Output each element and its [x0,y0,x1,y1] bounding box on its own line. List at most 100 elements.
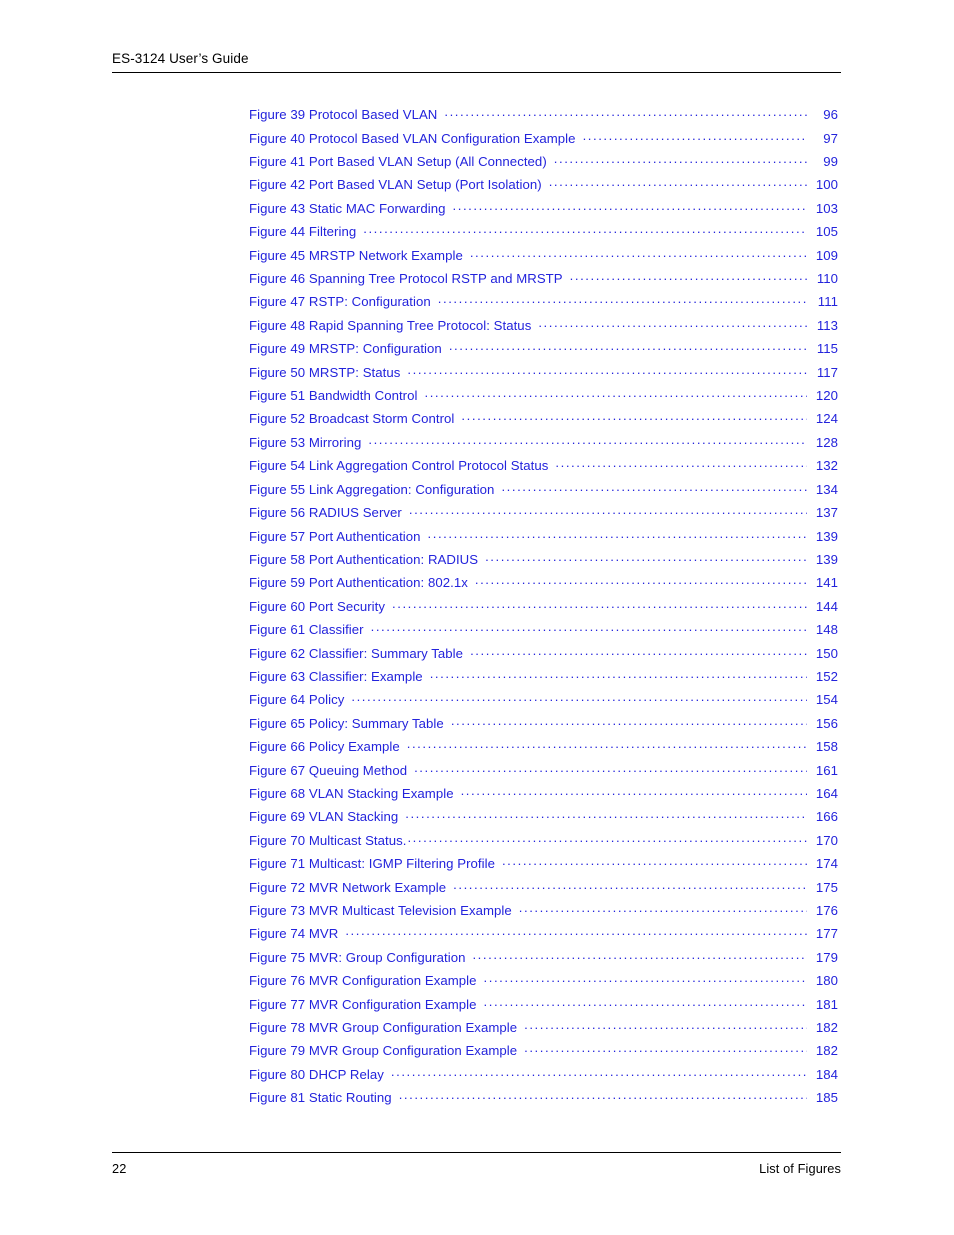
figure-list-entry[interactable]: Figure 69 VLAN Stacking 166 [249,808,838,831]
dot-leader [444,106,807,119]
figure-list-entry[interactable]: Figure 40 Protocol Based VLAN Configurat… [249,129,838,152]
figure-entry-page-number: 181 [815,996,838,1012]
figure-entry-title: Figure 79 MVR Group Configuration Exampl… [249,1043,518,1059]
figure-list-entry[interactable]: Figure 77 MVR Configuration Example 181 [249,995,838,1018]
dot-leader [484,972,807,985]
figure-entry-title: Figure 44 Filtering [249,224,357,240]
dot-leader [363,223,807,236]
dot-leader [461,785,807,798]
figure-list-entry[interactable]: Figure 71 Multicast: IGMP Filtering Prof… [249,855,838,878]
figure-list-entry[interactable]: Figure 45 MRSTP Network Example 109 [249,246,838,269]
figure-list-entry[interactable]: Figure 44 Filtering 105 [249,223,838,246]
figure-entry-title: Figure 81 Static Routing [249,1090,392,1106]
dot-leader [519,902,807,915]
figure-entry-title: Figure 64 Policy [249,692,345,708]
figure-list-entry[interactable]: Figure 43 Static MAC Forwarding 103 [249,200,838,223]
dot-leader [549,176,807,189]
figure-entry-title: Figure 56 RADIUS Server [249,505,402,521]
figure-list-entry[interactable]: Figure 49 MRSTP: Configuration 115 [249,340,838,363]
figure-list-entry[interactable]: Figure 42 Port Based VLAN Setup (Port Is… [249,176,838,199]
figure-entry-title: Figure 68 VLAN Stacking Example [249,785,454,801]
figure-entry-page-number: 176 [815,903,838,918]
dot-leader [524,1019,807,1032]
figure-entry-title: Figure 67 Queuing Method [249,762,408,778]
dot-leader [502,855,807,868]
figure-list-entry[interactable]: Figure 72 MVR Network Example 175 [249,878,838,901]
figure-list-entry[interactable]: Figure 68 VLAN Stacking Example 164 [249,785,838,808]
figure-entry-page-number: 103 [815,200,838,216]
figure-list-entry[interactable]: Figure 39 Protocol Based VLAN 96 [249,106,838,129]
figure-list-entry[interactable]: Figure 54 Link Aggregation Control Proto… [249,457,838,480]
figure-list-entry[interactable]: Figure 47 RSTP: Configuration 111 [249,293,838,316]
figure-entry-title: Figure 53 Mirroring [249,434,362,450]
figure-list-entry[interactable]: Figure 79 MVR Group Configuration Exampl… [249,1042,838,1065]
figure-list-entry[interactable]: Figure 60 Port Security 144 [249,598,838,621]
figure-list-entry[interactable]: Figure 73 MVR Multicast Television Examp… [249,902,838,925]
figure-entry-title: Figure 76 MVR Configuration Example [249,973,477,989]
running-header: ES-3124 User’s Guide [112,50,841,67]
figure-entry-page-number: 111 [817,294,838,310]
figure-list-entry[interactable]: Figure 41 Port Based VLAN Setup (All Con… [249,153,838,176]
document-page: ES-3124 User’s Guide Figure 39 Protocol … [0,0,954,1235]
figure-list-entry[interactable]: Figure 57 Port Authentication 139 [249,527,838,550]
figure-entry-page-number: 120 [815,388,838,404]
figure-list-entry[interactable]: Figure 80 DHCP Relay 184 [249,1066,838,1089]
figure-entry-title: Figure 73 MVR Multicast Television Examp… [249,903,512,918]
dot-leader [438,293,807,306]
figure-list-entry[interactable]: Figure 48 Rapid Spanning Tree Protocol: … [249,317,838,340]
dot-leader [425,387,808,400]
figure-list-entry[interactable]: Figure 58 Port Authentication: RADIUS 139 [249,551,838,574]
figure-list-entry[interactable]: Figure 66 Policy Example 158 [249,738,838,761]
figure-list-entry[interactable]: Figure 67 Queuing Method 161 [249,761,838,784]
dot-leader [407,832,807,845]
figure-entry-title: Figure 61 Classifier [249,622,364,638]
figure-list-entry[interactable]: Figure 56 RADIUS Server 137 [249,504,838,527]
figure-list-entry[interactable]: Figure 50 MRSTP: Status 117 [249,363,838,386]
figure-entry-page-number: 170 [815,832,838,848]
figure-list-entry[interactable]: Figure 63 Classifier: Example 152 [249,668,838,691]
figure-entry-page-number: 128 [815,434,838,450]
figure-list-entry[interactable]: Figure 78 MVR Group Configuration Exampl… [249,1019,838,1042]
figure-entry-title: Figure 60 Port Security [249,598,386,614]
figure-entry-title: Figure 50 MRSTP: Status [249,364,401,380]
figure-entry-page-number: 144 [815,598,838,614]
figure-list-entry[interactable]: Figure 70 Multicast Status. 170 [249,832,838,855]
figure-list-entry[interactable]: Figure 55 Link Aggregation: Configuratio… [249,481,838,504]
figure-entry-page-number: 99 [823,154,838,169]
figure-list-entry[interactable]: Figure 75 MVR: Group Configuration 179 [249,949,838,972]
figure-entry-page-number: 174 [815,856,838,872]
figure-list-entry[interactable]: Figure 59 Port Authentication: 802.1x 141 [249,574,838,597]
figure-entry-title: Figure 51 Bandwidth Control [249,388,418,404]
figure-list-entry[interactable]: Figure 53 Mirroring 128 [249,434,838,457]
figure-entry-title: Figure 59 Port Authentication: 802.1x [249,575,468,591]
dot-leader [371,621,807,634]
figure-list-entry[interactable]: Figure 61 Classifier 148 [249,621,838,644]
figure-list-entry[interactable]: Figure 76 MVR Configuration Example 180 [249,972,838,995]
dot-leader [485,551,807,564]
figure-entry-page-number: 182 [815,1043,838,1059]
figure-list-entry[interactable]: Figure 65 Policy: Summary Table 156 [249,715,838,738]
figure-list-entry[interactable]: Figure 74 MVR 177 [249,925,838,948]
figure-list-entry[interactable]: Figure 52 Broadcast Storm Control 124 [249,410,838,433]
figure-entry-title: Figure 47 RSTP: Configuration [249,294,431,310]
figure-entry-title: Figure 65 Policy: Summary Table [249,715,444,731]
figure-list-entry[interactable]: Figure 62 Classifier: Summary Table 150 [249,644,838,667]
figure-entry-page-number: 184 [815,1066,838,1082]
dot-leader [407,738,807,751]
figure-entry-title: Figure 40 Protocol Based VLAN Configurat… [249,130,576,146]
figure-entry-title: Figure 57 Port Authentication [249,528,421,544]
dot-leader [570,270,807,283]
dot-leader [470,644,807,657]
figure-list-entry[interactable]: Figure 64 Policy 154 [249,691,838,714]
figure-entry-page-number: 97 [823,130,838,146]
figure-entry-title: Figure 78 MVR Group Configuration Exampl… [249,1020,518,1036]
figure-entry-page-number: 100 [815,177,838,193]
figure-list-entry[interactable]: Figure 46 Spanning Tree Protocol RSTP an… [249,270,838,293]
figure-entry-title: Figure 62 Classifier: Summary Table [249,645,464,661]
figure-list-entry[interactable]: Figure 51 Bandwidth Control 120 [249,387,838,410]
figure-entry-title: Figure 43 Static MAC Forwarding [249,200,446,216]
dot-leader [405,808,807,821]
running-footer: 22 List of Figures [112,1161,841,1176]
dot-leader [391,1066,807,1079]
figure-list-entry[interactable]: Figure 81 Static Routing 185 [249,1089,838,1112]
